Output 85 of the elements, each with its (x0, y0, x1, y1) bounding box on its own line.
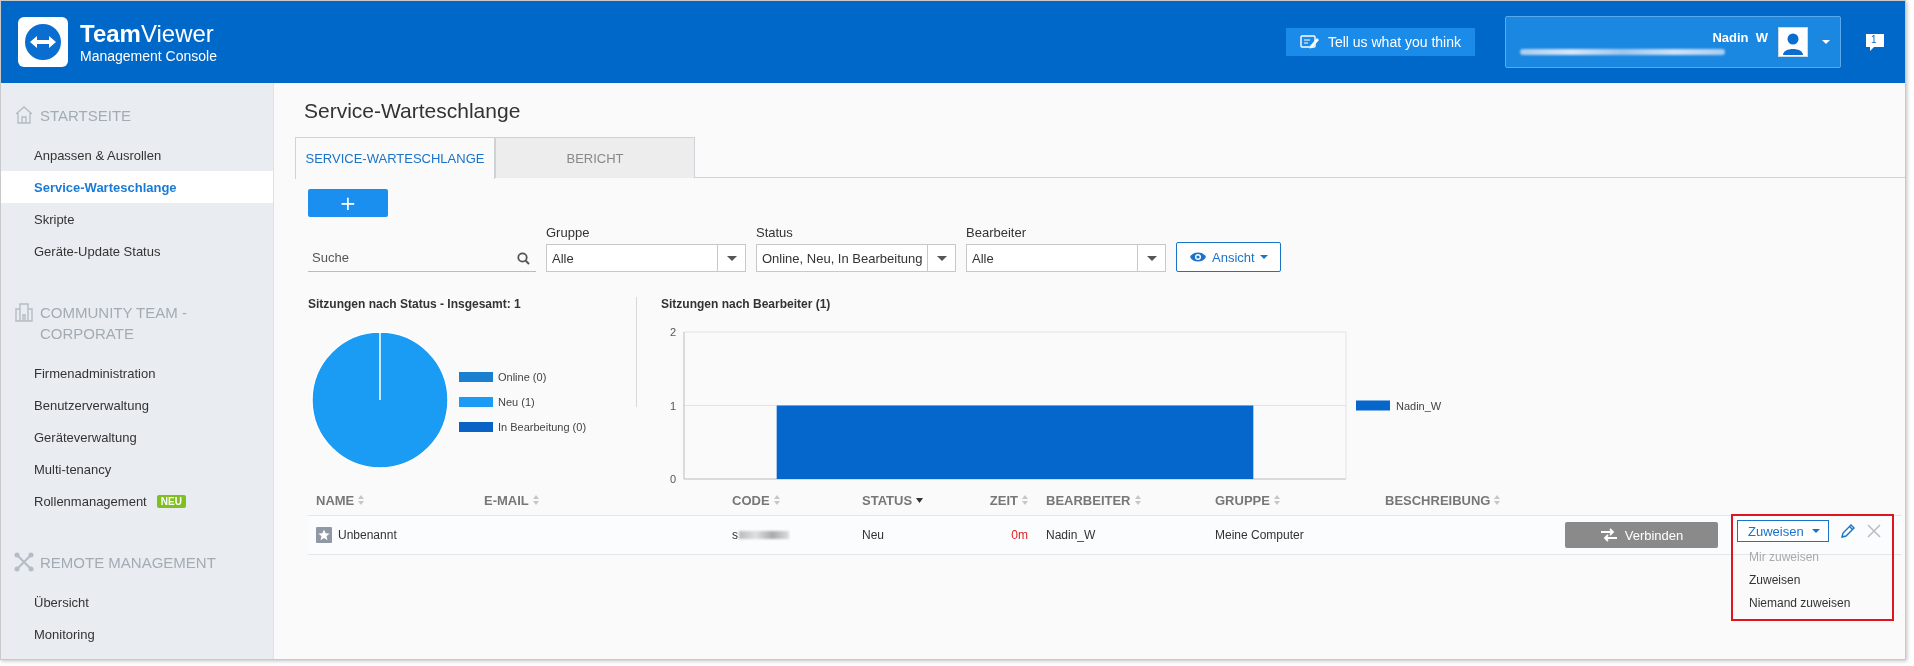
star-icon[interactable] (316, 527, 332, 543)
avatar-icon (1778, 27, 1808, 57)
dropdown-value: Online, Neu, In Bearbeitung (761, 250, 924, 266)
caret-icon (1811, 529, 1820, 533)
table-cell: Unbenannt (338, 528, 397, 542)
filter-label: Bearbeiter (966, 225, 1027, 240)
feedback-icon (1299, 34, 1320, 50)
legend-swatch (459, 422, 493, 432)
legend-swatch (459, 397, 493, 407)
chart-title: Sitzungen nach Status - Insgesamt: 1 (308, 297, 522, 313)
sidebar-item[interactable]: Firmenadministration (1, 357, 273, 389)
tab[interactable]: BERICHT (495, 137, 695, 178)
legend-label: In Bearbeitung (0) (498, 421, 587, 433)
table-cell: Meine Computer (1215, 528, 1304, 542)
axis-tick-label: 1 (669, 399, 676, 412)
swap-arrows-icon (1599, 528, 1618, 542)
tab[interactable]: SERVICE-WARTESCHLANGE (295, 137, 495, 179)
section-heading: COMMUNITY TEAM - CORPORATE (40, 303, 188, 344)
column-header[interactable]: BEARBEITER (1046, 492, 1131, 508)
table-cell: 0m (1011, 528, 1028, 542)
sidebar-item[interactable]: Rollenmanagement NEU (1, 485, 273, 517)
connect-button[interactable]: Verbinden (1565, 522, 1718, 548)
filter-label: Status (756, 225, 794, 240)
sidebar-item[interactable]: Skripte (1, 203, 273, 235)
brand-subtitle: Management Console (80, 47, 217, 64)
assign-dropdown-button[interactable]: Zuweisen (1737, 520, 1829, 542)
column-header[interactable]: STATUS (862, 492, 913, 508)
add-button[interactable]: + (308, 189, 388, 217)
dropdown-field[interactable]: Alle (966, 244, 1166, 272)
axis-tick-label: 0 (669, 473, 676, 485)
caret-icon (1822, 40, 1830, 44)
network-icon (14, 552, 34, 572)
filter-label: Gruppe (546, 225, 591, 240)
dropdown-field[interactable]: Alle (546, 244, 746, 272)
dropdown-value: Alle (551, 250, 575, 266)
blurred-code (739, 531, 789, 539)
sidebar-item[interactable]: Übersicht (1, 586, 273, 618)
menu-item[interactable]: Zuweisen (1737, 569, 1877, 592)
column-header[interactable]: GRUPPE (1215, 492, 1270, 508)
caret-icon (1259, 255, 1268, 259)
home-icon (14, 105, 34, 125)
chart-title: Sitzungen nach Bearbeiter (1) (661, 297, 832, 313)
building-icon (14, 302, 34, 322)
user-menu[interactable]: Nadin W (1505, 16, 1841, 68)
caret-icon (1146, 255, 1157, 261)
dropdown-field[interactable]: Online, Neu, In Bearbeitung (756, 244, 956, 272)
legend-label: Nadin_W (1396, 399, 1442, 412)
sidebar-item[interactable]: Anpassen & Ausrollen (1, 139, 273, 171)
feedback-button[interactable]: Tell us what you think (1285, 28, 1475, 56)
caret-icon (726, 255, 737, 261)
menu-item[interactable]: Niemand zuweisen (1737, 592, 1877, 615)
brand-name: TeamViewer (80, 20, 215, 47)
sidebar-item[interactable]: Multi-tenancy (1, 453, 273, 485)
logo-icon (18, 17, 68, 67)
search-field[interactable]: Suche (308, 244, 536, 272)
caret-icon (936, 255, 947, 261)
search-icon (517, 252, 530, 265)
sidebar-item[interactable]: Monitoring (1, 618, 273, 650)
new-badge: NEU (156, 494, 186, 508)
table-cell: Neu (862, 528, 884, 542)
chat-icon[interactable] (1865, 32, 1885, 52)
legend-swatch (459, 372, 493, 382)
sidebar-item[interactable]: Geräteverwaltung (1, 421, 273, 453)
dropdown-value: Alle (971, 250, 995, 266)
section-heading: STARTSEITE (40, 106, 133, 126)
column-header[interactable]: CODE (732, 492, 770, 508)
sidebar-item[interactable]: Geräte-Update Status (1, 235, 273, 267)
table-cell: Nadin_W (1046, 528, 1096, 542)
notification-count: 1 (1871, 33, 1877, 45)
column-header[interactable]: NAME (316, 492, 355, 508)
axis-tick-label: 2 (669, 326, 676, 338)
eye-icon (1189, 250, 1207, 264)
section-heading: REMOTE MANAGEMENT (40, 553, 217, 573)
view-button[interactable]: Ansicht (1176, 242, 1281, 272)
sidebar-item[interactable]: Service-Warteschlange (1, 171, 273, 203)
legend-label: Online (0) (498, 371, 547, 383)
page-title: Service-Warteschlange (304, 99, 522, 123)
table-cell: s (732, 528, 738, 542)
sidebar-item[interactable]: Benutzerverwaltung (1, 389, 273, 421)
column-header[interactable]: E-MAIL (484, 492, 529, 508)
column-header[interactable]: ZEIT (989, 492, 1018, 508)
user-name: Nadin W (1712, 29, 1768, 45)
column-header[interactable]: BESCHREIBUNG (1385, 492, 1491, 508)
edit-icon[interactable] (1838, 522, 1856, 540)
legend-label: Neu (1) (498, 396, 535, 408)
